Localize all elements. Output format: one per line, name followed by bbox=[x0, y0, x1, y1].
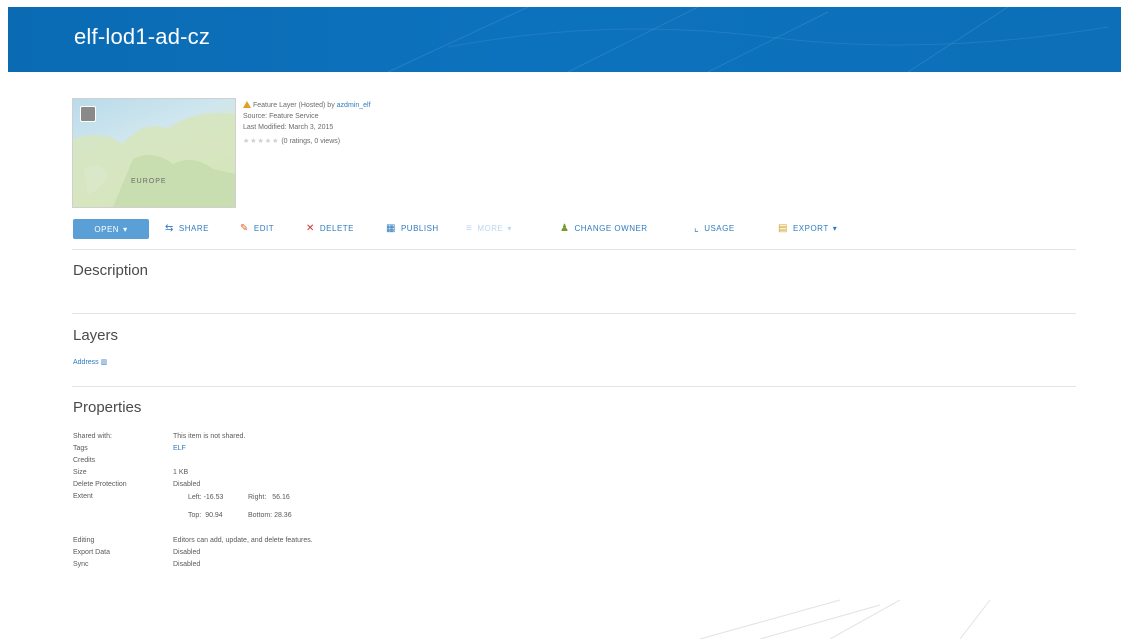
description-heading: Description bbox=[73, 262, 149, 279]
item-toolbar: OPEN ▾ ⇆ SHARE ✎ EDIT ✕ DELETE ▦ PUBLISH ≡ MOR… bbox=[73, 219, 973, 239]
source-line: Source: Feature Service bbox=[243, 113, 319, 120]
more-button[interactable]: ≡ MORE ▾ bbox=[466, 223, 512, 234]
chevron-down-icon: ▾ bbox=[123, 224, 128, 234]
background-decoration bbox=[699, 599, 991, 639]
share-icon: ⇆ bbox=[165, 223, 174, 234]
item-thumbnail: EUROPE bbox=[72, 98, 236, 208]
change-owner-button[interactable]: ♟ CHANGE OWNER bbox=[560, 223, 648, 234]
page-title: elf-lod1-ad-cz bbox=[74, 24, 211, 49]
map-thumbnail-icon bbox=[73, 113, 235, 207]
delete-button[interactable]: ✕ DELETE bbox=[306, 223, 354, 234]
rating-text: (0 ratings, 0 views) bbox=[281, 138, 341, 145]
divider bbox=[72, 313, 1076, 314]
publish-icon: ▦ bbox=[386, 223, 396, 234]
edit-button[interactable]: ✎ EDIT bbox=[240, 223, 274, 234]
tag-link[interactable]: ELF bbox=[173, 445, 186, 452]
star-rating[interactable]: ★★★★★ bbox=[243, 138, 279, 145]
chevron-down-icon: ▾ bbox=[832, 224, 838, 233]
pencil-icon: ✎ bbox=[240, 223, 249, 234]
rating: ★★★★★ (0 ratings, 0 views) bbox=[243, 136, 371, 147]
layer-icon: ▥ bbox=[100, 359, 108, 366]
extent-right: Right: 56.16 bbox=[248, 494, 290, 501]
more-icon: ≡ bbox=[466, 223, 473, 234]
owner-link[interactable]: azdmin_elf bbox=[337, 102, 371, 109]
publish-button[interactable]: ▦ PUBLISH bbox=[386, 223, 439, 234]
chart-icon: ⌞ bbox=[694, 223, 700, 234]
divider bbox=[72, 386, 1076, 387]
item-type-line: Feature Layer (Hosted) by azdmin_elf bbox=[243, 100, 371, 111]
item-banner: elf-lod1-ad-cz bbox=[8, 7, 1121, 72]
layers-heading: Layers bbox=[73, 327, 119, 344]
export-icon: ▤ bbox=[778, 223, 788, 234]
extent-top: Top: 90.94 bbox=[188, 512, 223, 519]
extent-bottom: Bottom: 28.36 bbox=[248, 512, 292, 519]
item-meta: Feature Layer (Hosted) by azdmin_elf Sou… bbox=[243, 100, 371, 147]
close-icon: ✕ bbox=[306, 223, 315, 234]
export-button[interactable]: ▤ EXPORT ▾ bbox=[778, 223, 837, 234]
chevron-down-icon: ▾ bbox=[507, 224, 512, 233]
share-button[interactable]: ⇆ SHARE bbox=[165, 223, 209, 234]
extent-left: Left: -16.53 bbox=[188, 494, 224, 501]
warning-icon bbox=[243, 101, 251, 108]
usage-button[interactable]: ⌞ USAGE bbox=[694, 223, 735, 234]
modified-line: Last Modified: March 3, 2015 bbox=[243, 124, 334, 131]
item-type-badge-icon bbox=[80, 106, 96, 122]
user-icon: ♟ bbox=[560, 223, 570, 234]
properties-heading: Properties bbox=[73, 399, 142, 416]
divider bbox=[72, 249, 1076, 250]
layer-link-address[interactable]: Address ▥ bbox=[73, 358, 107, 366]
map-label: EUROPE bbox=[131, 178, 167, 185]
open-button[interactable]: OPEN ▾ bbox=[73, 219, 149, 239]
